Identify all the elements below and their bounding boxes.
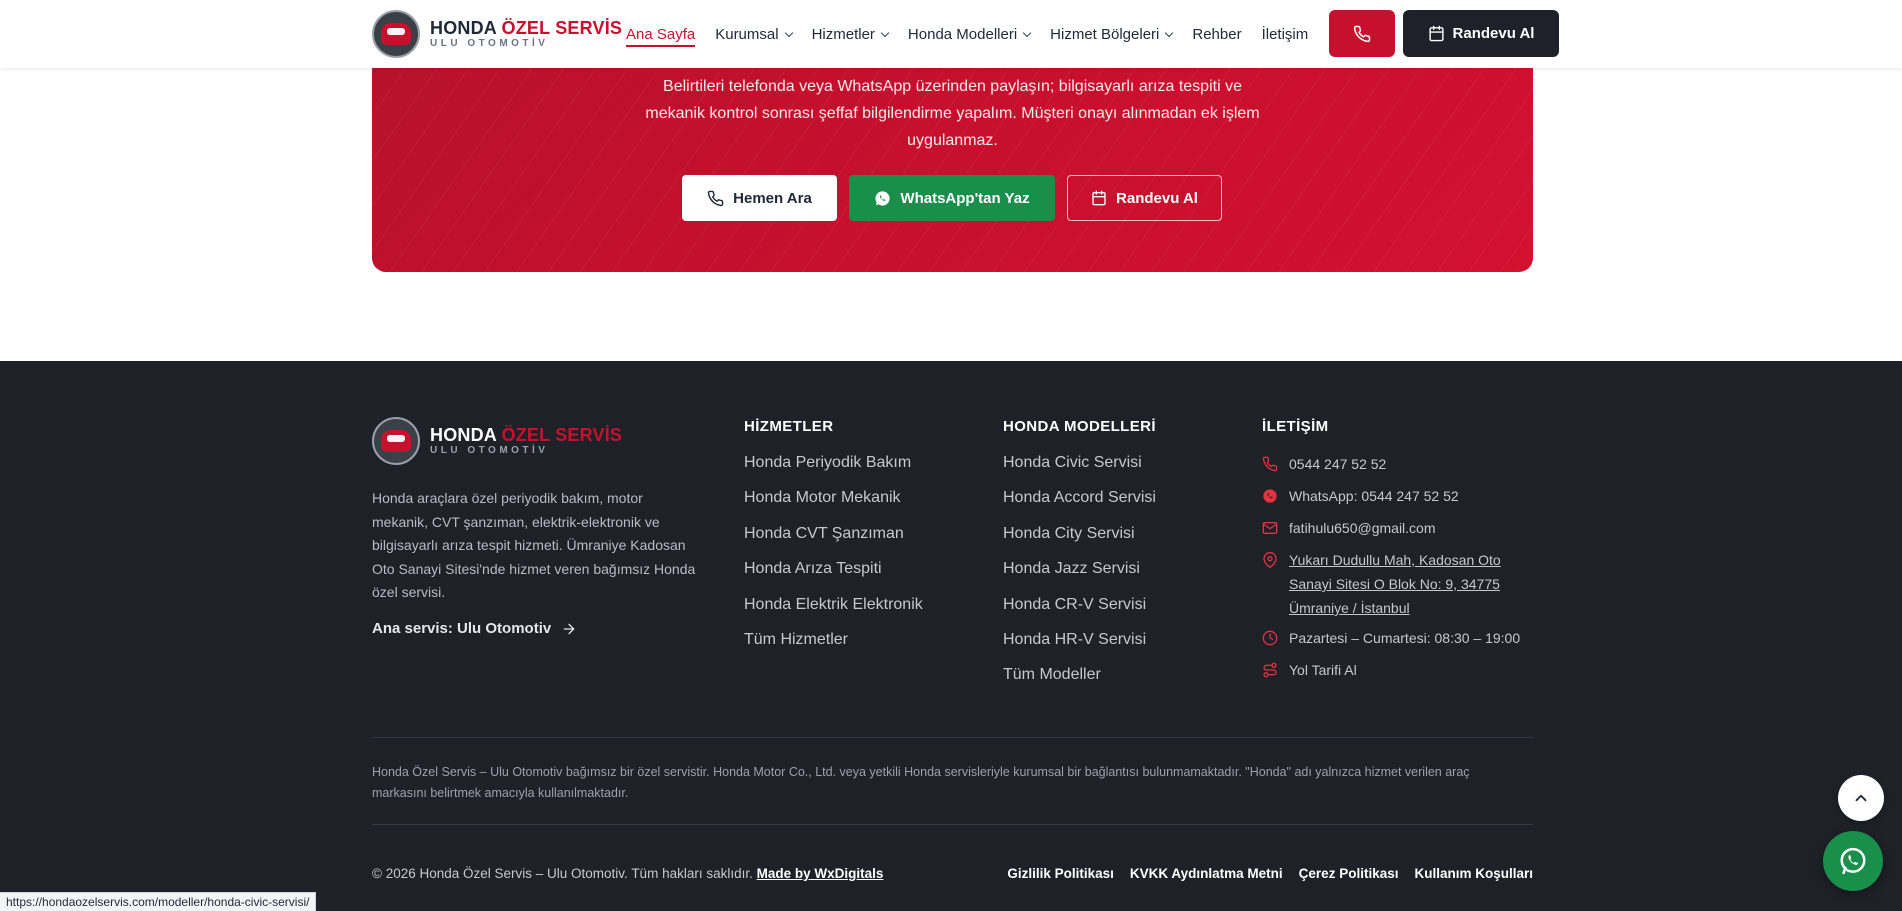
services-list: Honda Periyodik Bakım Honda Motor Mekani… — [744, 454, 923, 666]
footer-link-city[interactable]: Honda City Servisi — [1003, 525, 1156, 560]
site-logo[interactable]: HONDA ÖZEL SERVİS ULU OTOMOTİV — [372, 10, 622, 58]
footer-link-all-models[interactable]: Tüm Modeller — [1003, 666, 1156, 701]
chevron-down-icon — [784, 28, 793, 37]
whatsapp-icon — [1263, 489, 1277, 503]
privacy-policy-link[interactable]: Gizlilik Politikası — [1007, 866, 1114, 881]
cta-banner: Belirtileri telefonda veya WhatsApp üzer… — [372, 40, 1533, 272]
calendar-icon — [1092, 190, 1106, 206]
nav-item-contact[interactable]: İletişim — [1262, 26, 1309, 43]
footer-link-fault-detection[interactable]: Honda Arıza Tespiti — [744, 560, 923, 595]
status-bar-url: https://hondaozelservis.com/modeller/hon… — [0, 892, 317, 911]
chevron-down-icon — [1022, 28, 1032, 37]
footer-link-hrv[interactable]: Honda HR-V Servisi — [1003, 631, 1156, 666]
header-call-button[interactable] — [1329, 10, 1395, 57]
contact-hours: Pazartesi – Cumartesi: 08:30 – 19:00 — [1262, 629, 1532, 648]
calendar-icon — [1428, 25, 1444, 42]
mail-icon — [1262, 522, 1278, 534]
logo-emblem-icon — [372, 417, 420, 465]
nav-item-services[interactable]: Hizmetler — [812, 26, 890, 43]
contact-phone[interactable]: 0544 247 52 52 — [1262, 455, 1532, 474]
copyright: © 2026 Honda Özel Servis – Ulu Otomotiv.… — [372, 866, 884, 881]
whatsapp-float-button[interactable] — [1823, 831, 1883, 891]
footer-link-engine-mechanic[interactable]: Honda Motor Mekanik — [744, 489, 923, 524]
contact-list: 0544 247 52 52 WhatsApp: 0544 247 52 52 … — [1262, 455, 1532, 693]
nav-item-guide[interactable]: Rehber — [1192, 26, 1241, 43]
contact-whatsapp[interactable]: WhatsApp: 0544 247 52 52 — [1262, 487, 1532, 506]
footer-logo-title: HONDA ÖZEL SERVİS — [430, 425, 623, 445]
contact-heading: İLETİŞİM — [1262, 418, 1329, 435]
clock-icon — [1262, 630, 1278, 646]
footer-link-periodic-maintenance[interactable]: Honda Periyodik Bakım — [744, 454, 923, 489]
legal-links: Gizlilik Politikası KVKK Aydınlatma Metn… — [991, 866, 1533, 881]
models-heading: HONDA MODELLERİ — [1003, 418, 1156, 435]
footer-logo-subtitle: ULU OTOMOTİV — [430, 445, 549, 456]
scroll-to-top-button[interactable] — [1838, 775, 1884, 821]
phone-icon — [1353, 25, 1371, 42]
route-icon — [1263, 662, 1277, 678]
footer-link-all-services[interactable]: Tüm Hizmetler — [744, 631, 923, 666]
cookie-policy-link[interactable]: Çerez Politikası — [1299, 866, 1399, 881]
footer-divider — [372, 824, 1533, 825]
services-heading: HİZMETLER — [744, 418, 834, 435]
main-service-link[interactable]: Ana servis: Ulu Otomotiv — [372, 620, 577, 637]
chevron-up-icon — [1855, 794, 1867, 802]
contact-directions[interactable]: Yol Tarifi Al — [1262, 661, 1532, 680]
site-footer: HONDA ÖZEL SERVİS ULU OTOMOTİV Honda ara… — [0, 361, 1902, 911]
chevron-down-icon — [880, 28, 890, 37]
footer-link-crv[interactable]: Honda CR-V Servisi — [1003, 596, 1156, 631]
nav-item-models[interactable]: Honda Modelleri — [908, 26, 1032, 43]
models-list: Honda Civic Servisi Honda Accord Servisi… — [1003, 454, 1156, 702]
footer-link-accord[interactable]: Honda Accord Servisi — [1003, 489, 1156, 524]
footer-about-text: Honda araçlara özel periyodik bakım, mot… — [372, 490, 696, 600]
footer-link-cvt-transmission[interactable]: Honda CVT Şanzıman — [744, 525, 923, 560]
arrow-right-icon — [563, 623, 575, 634]
phone-icon — [707, 190, 724, 206]
logo-subtitle: ULU OTOMOTİV — [430, 38, 549, 49]
footer-divider — [372, 737, 1533, 738]
phone-icon — [1262, 456, 1278, 472]
site-header: HONDA ÖZEL SERVİS ULU OTOMOTİV Ana Sayfa… — [0, 0, 1902, 68]
cta-appointment-button[interactable]: Randevu Al — [1067, 175, 1222, 221]
footer-link-civic[interactable]: Honda Civic Servisi — [1003, 454, 1156, 489]
nav-item-regions[interactable]: Hizmet Bölgeleri — [1050, 26, 1174, 43]
whatsapp-button[interactable]: WhatsApp'tan Yaz — [849, 175, 1055, 221]
header-appointment-button[interactable]: Randevu Al — [1403, 10, 1559, 57]
chevron-down-icon — [1165, 28, 1174, 37]
footer-disclaimer: Honda Özel Servis – Ulu Otomotiv bağımsı… — [372, 765, 1470, 800]
kvkk-link[interactable]: KVKK Aydınlatma Metni — [1130, 866, 1283, 881]
whatsapp-icon — [1840, 847, 1866, 875]
made-by-link[interactable]: Made by WxDigitals — [757, 866, 884, 881]
call-now-button[interactable]: Hemen Ara — [682, 175, 837, 221]
whatsapp-icon — [875, 190, 891, 206]
contact-email[interactable]: fatihulu650@gmail.com — [1262, 519, 1532, 538]
main-nav: Ana Sayfa Kurumsal Hizmetler Honda Model… — [626, 22, 1328, 47]
terms-link[interactable]: Kullanım Koşulları — [1414, 866, 1533, 881]
logo-emblem-icon — [372, 10, 420, 58]
nav-item-corporate[interactable]: Kurumsal — [715, 26, 793, 43]
map-pin-icon — [1263, 552, 1277, 568]
footer-link-electrical-electronics[interactable]: Honda Elektrik Elektronik — [744, 596, 923, 631]
footer-logo[interactable]: HONDA ÖZEL SERVİS ULU OTOMOTİV — [372, 417, 622, 465]
cta-description: Belirtileri telefonda veya WhatsApp üzer… — [645, 78, 1260, 149]
logo-title: HONDA ÖZEL SERVİS — [430, 18, 623, 38]
footer-link-jazz[interactable]: Honda Jazz Servisi — [1003, 560, 1156, 595]
contact-address[interactable]: Yukarı Dudullu Mah, Kadosan Oto Sanayi Si… — [1262, 551, 1532, 620]
nav-item-home[interactable]: Ana Sayfa — [626, 26, 696, 47]
